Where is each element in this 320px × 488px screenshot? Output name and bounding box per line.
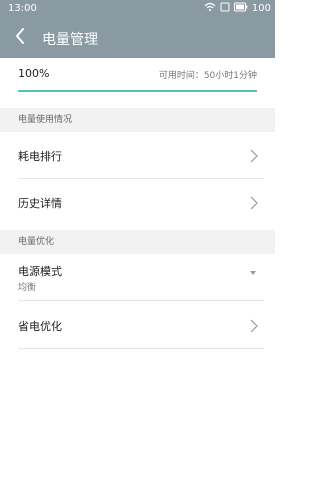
row-label: 电源模式 xyxy=(18,265,62,278)
row-power-ranking[interactable]: 耗电排行 xyxy=(18,132,264,179)
row-label: 省电优化 xyxy=(18,320,62,333)
battery-icon xyxy=(233,2,248,15)
chevron-right-icon xyxy=(250,148,258,167)
power-mode-value: 均衡 xyxy=(18,283,37,293)
back-arrow-icon xyxy=(15,28,25,48)
row-history-details[interactable]: 历史详情 xyxy=(18,179,264,226)
chevron-right-icon xyxy=(250,318,258,337)
wifi-icon xyxy=(204,2,216,15)
row-divider xyxy=(18,348,264,349)
row-label: 历史详情 xyxy=(18,197,62,210)
section-header-optimize: 电量优化 xyxy=(0,230,275,254)
chevron-right-icon xyxy=(250,195,258,214)
status-bar: 13:00 100 xyxy=(0,0,275,18)
dropdown-arrow-icon xyxy=(250,271,256,275)
available-time: 可用时间：50小时1分钟 xyxy=(158,71,257,81)
row-label: 耗电排行 xyxy=(18,150,62,163)
row-power-mode[interactable]: 电源模式 均衡 xyxy=(18,254,264,301)
battery-level: 100 xyxy=(251,3,271,14)
section-header-usage: 电量使用情况 xyxy=(0,108,275,132)
status-icons: 100 xyxy=(204,2,271,15)
battery-summary: 100% 可用时间：50小时1分钟 xyxy=(18,58,257,92)
status-time: 13:00 xyxy=(8,3,37,14)
app-bar: 电量管理 xyxy=(0,18,275,58)
back-button[interactable] xyxy=(8,26,32,50)
battery-percent: 100% xyxy=(18,67,50,80)
row-power-saving[interactable]: 省电优化 xyxy=(18,301,264,349)
sim-card-icon xyxy=(220,2,230,15)
page-title: 电量管理 xyxy=(42,32,98,48)
